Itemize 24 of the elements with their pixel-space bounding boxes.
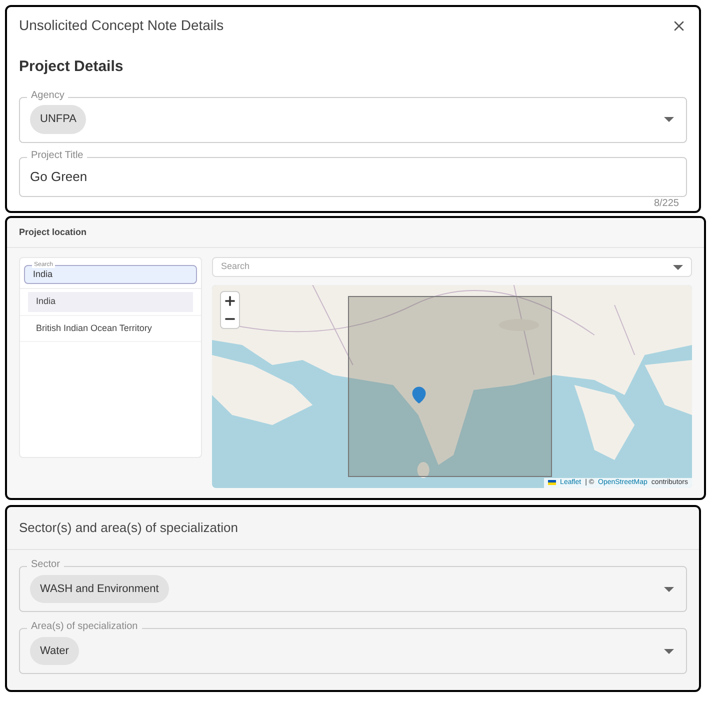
section-heading: Project Details: [19, 57, 124, 77]
dropdown-caret-icon[interactable]: [673, 264, 683, 270]
dropdown-caret-icon[interactable]: [664, 586, 674, 592]
dialog-title: Unsolicited Concept Note Details: [19, 16, 224, 35]
chip: WASH and Environment: [30, 574, 169, 604]
placeholder-text: Search: [221, 260, 250, 274]
map-marker-icon: [410, 386, 428, 404]
dropdown-caret-icon[interactable]: [664, 117, 674, 122]
character-counter: 8/225: [654, 198, 679, 208]
chip: Water: [30, 636, 79, 666]
field-value: India: [33, 268, 53, 280]
section-heading: Sector(s) and area(s) of specialization: [19, 519, 238, 538]
zoom-in-icon[interactable]: [223, 294, 237, 308]
country-list-item[interactable]: British Indian Ocean Territory: [28, 318, 193, 338]
field-label: Area(s) of specialization: [27, 622, 142, 632]
section-heading: Project location: [19, 226, 87, 239]
dropdown-caret-icon[interactable]: [664, 648, 674, 654]
field-label: Sector: [27, 560, 64, 570]
chip: UNFPA: [30, 105, 86, 134]
flag-icon: [548, 480, 556, 486]
country-list-item[interactable]: India: [28, 292, 193, 312]
field-value: Go Green: [30, 168, 88, 186]
field-label: Project Title: [27, 150, 88, 160]
field-label: Agency: [27, 90, 68, 100]
